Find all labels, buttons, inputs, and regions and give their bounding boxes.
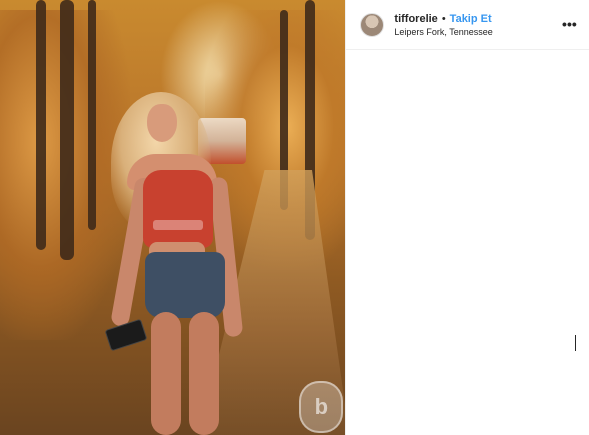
tree-trunk (36, 0, 46, 250)
avatar[interactable] (360, 12, 385, 37)
post-photo[interactable]: b (0, 0, 346, 435)
post-meta: tifforelie • Takip Et Leipers Fork, Tenn… (394, 13, 492, 37)
post-header: tifforelie • Takip Et Leipers Fork, Tenn… (346, 0, 589, 50)
more-options-icon[interactable]: ••• (559, 16, 579, 32)
face (147, 104, 177, 142)
text-cursor (575, 335, 577, 351)
tree-trunk (88, 0, 96, 230)
location-link[interactable]: Leipers Fork, Tennessee (394, 27, 492, 37)
red-tank-top (143, 170, 213, 248)
more-options-glyph: ••• (562, 16, 577, 32)
post-modal: b tifforelie • Takip Et Leipers Fork, Te… (0, 0, 589, 435)
right-leg (189, 312, 219, 435)
name-row: tifforelie • Takip Et (394, 13, 492, 25)
post-sidebar: tifforelie • Takip Et Leipers Fork, Tenn… (345, 0, 589, 435)
tree-trunk (60, 0, 74, 260)
woman-figure (104, 92, 255, 435)
left-leg (151, 312, 181, 435)
follow-button[interactable]: Takip Et (450, 13, 492, 25)
phone-in-hand (104, 318, 148, 352)
tank-top-print (153, 220, 203, 230)
denim-shorts (145, 252, 225, 318)
separator-dot: • (441, 12, 446, 25)
watermark-letter: b (314, 394, 329, 419)
username-link[interactable]: tifforelie (394, 13, 437, 25)
watermark-logo: b (299, 381, 344, 433)
